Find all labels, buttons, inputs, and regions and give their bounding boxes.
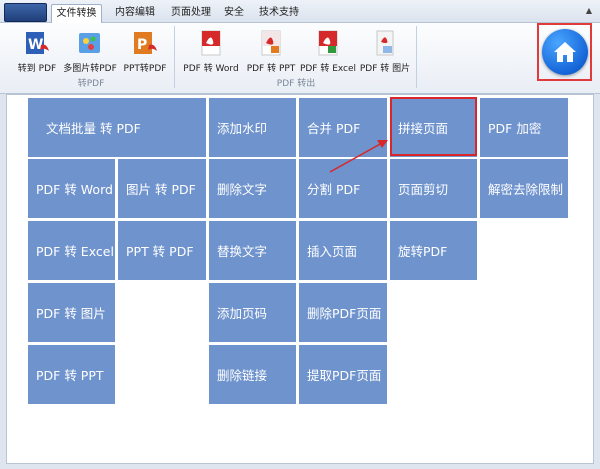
annotation-arrow-icon xyxy=(329,140,388,173)
